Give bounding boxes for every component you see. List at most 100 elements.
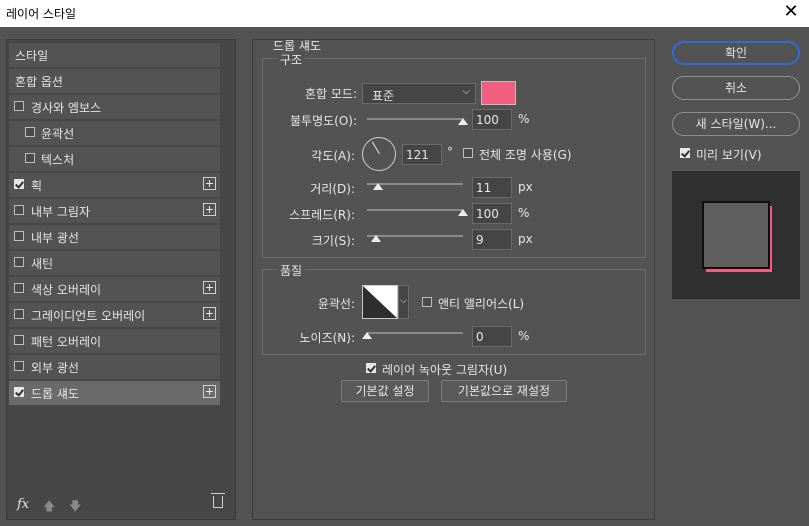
contour-dropdown-chevron-icon[interactable]: ⌵: [398, 285, 409, 319]
style-item[interactable]: 그레이디언트 오버레이: [9, 303, 220, 327]
opacity-slider-thumb[interactable]: [458, 118, 468, 125]
size-label: 크기(S):: [311, 234, 355, 248]
style-item[interactable]: 내부 그림자: [9, 199, 220, 223]
degree-unit: °: [447, 145, 453, 159]
style-item-checkbox[interactable]: [14, 387, 24, 397]
move-up-icon[interactable]: 🡅: [43, 497, 55, 518]
style-item-checkbox[interactable]: [14, 361, 24, 371]
reset-default-button[interactable]: 기본값으로 재설정: [441, 380, 567, 402]
new-style-button[interactable]: 새 스타일(W)...: [672, 112, 800, 136]
add-effect-plus-icon[interactable]: [203, 307, 216, 320]
styles-scrollbar[interactable]: [220, 40, 235, 519]
style-item-checkbox[interactable]: [14, 283, 24, 293]
style-item[interactable]: 새틴: [9, 251, 220, 275]
distance-input[interactable]: 11: [472, 177, 512, 198]
style-item-label: 내부 광선: [31, 231, 79, 245]
style-item[interactable]: 패턴 오버레이: [9, 329, 220, 353]
add-effect-plus-icon[interactable]: [203, 281, 216, 294]
size-value: 9: [476, 233, 484, 247]
size-unit: px: [518, 232, 533, 246]
shadow-color-swatch[interactable]: [481, 81, 516, 105]
styles-toolbar: fx 🡅 🡇: [7, 493, 235, 519]
move-down-icon[interactable]: 🡇: [69, 497, 81, 518]
style-item-checkbox[interactable]: [14, 101, 24, 111]
style-item-label: 패턴 오버레이: [31, 335, 102, 349]
distance-slider-thumb[interactable]: [372, 183, 383, 190]
style-item[interactable]: 스타일: [9, 43, 220, 67]
knockout-label: 레이어 녹아웃 그림자(U): [382, 363, 508, 377]
global-light-box[interactable]: [463, 148, 473, 158]
style-item-checkbox[interactable]: [14, 179, 24, 189]
style-item-label: 경사와 엠보스: [31, 101, 102, 115]
style-item[interactable]: 색상 오버레이: [9, 277, 220, 301]
style-item[interactable]: 내부 광선: [9, 225, 220, 249]
add-effect-plus-icon[interactable]: [203, 203, 216, 216]
noise-unit: %: [518, 329, 530, 343]
spread-unit: %: [518, 206, 530, 220]
styles-panel: 스타일 혼합 옵션경사와 엠보스윤곽선텍스처획 내부 그림자내부 광선새틴색상 오버…: [6, 39, 236, 520]
preview-checkbox[interactable]: 미리 보기(V): [680, 146, 800, 162]
noise-input[interactable]: 0: [472, 326, 512, 347]
noise-slider-thumb[interactable]: [362, 332, 372, 339]
cancel-button[interactable]: 취소: [672, 76, 800, 100]
knockout-checkbox[interactable]: 레이어 녹아웃 그림자(U): [366, 361, 536, 377]
angle-input[interactable]: 121: [402, 144, 442, 165]
style-item[interactable]: 드롭 섀도: [9, 381, 220, 405]
knockout-box[interactable]: [366, 363, 376, 373]
style-item-checkbox[interactable]: [25, 153, 35, 163]
style-item[interactable]: 획: [9, 173, 220, 197]
opacity-slider[interactable]: [367, 118, 463, 120]
antialias-box[interactable]: [422, 297, 432, 307]
spread-input[interactable]: 100: [472, 203, 512, 224]
style-item-label: 텍스처: [41, 153, 75, 167]
style-item-label: 색상 오버레이: [31, 283, 102, 297]
quality-group: 품질 윤곽선: ⌵ 앤티 앨리어스(L) 노이즈(N): 0 %: [262, 262, 646, 355]
style-item-checkbox[interactable]: [14, 205, 24, 215]
angle-label: 각도(A):: [311, 149, 355, 163]
fx-icon[interactable]: fx: [17, 497, 29, 512]
angle-dial-hand: [371, 141, 380, 154]
add-effect-plus-icon[interactable]: [203, 385, 216, 398]
style-item[interactable]: 텍스처: [9, 147, 220, 171]
style-item-checkbox[interactable]: [14, 309, 24, 319]
contour-preview[interactable]: [362, 285, 398, 319]
distance-unit: px: [518, 180, 533, 194]
size-slider[interactable]: [367, 235, 463, 237]
title-bar: 레이어 스타일 ✕: [0, 0, 809, 27]
add-effect-plus-icon[interactable]: [203, 177, 216, 190]
distance-value: 11: [476, 181, 492, 195]
size-input[interactable]: 9: [472, 229, 512, 250]
opacity-unit: %: [518, 112, 530, 126]
style-item-checkbox[interactable]: [14, 335, 24, 345]
ok-button[interactable]: 확인: [672, 41, 800, 65]
style-item-checkbox[interactable]: [14, 257, 24, 267]
noise-slider[interactable]: [367, 332, 463, 334]
angle-dial[interactable]: [362, 137, 396, 171]
structure-legend: 구조: [277, 51, 306, 68]
style-item-label: 외부 광선: [31, 361, 79, 375]
style-item-checkbox[interactable]: [25, 127, 35, 137]
size-slider-thumb[interactable]: [370, 235, 381, 242]
close-icon[interactable]: ✕: [781, 1, 801, 22]
style-item[interactable]: 윤곽선: [9, 121, 220, 145]
blend-mode-dropdown[interactable]: 표준 ⌵: [362, 83, 476, 104]
blend-mode-value: 표준: [372, 89, 395, 103]
style-item-label: 윤곽선: [41, 127, 75, 141]
window-title: 레이어 스타일: [6, 7, 77, 21]
global-light-label: 전체 조명 사용(G): [479, 148, 572, 162]
style-item-label: 그레이디언트 오버레이: [31, 309, 146, 323]
style-item[interactable]: 외부 광선: [9, 355, 220, 379]
global-light-checkbox[interactable]: 전체 조명 사용(G): [463, 146, 603, 162]
antialias-checkbox[interactable]: 앤티 앨리어스(L): [422, 295, 552, 311]
opacity-input[interactable]: 100: [472, 109, 512, 130]
style-item[interactable]: 경사와 엠보스: [9, 95, 220, 119]
spread-slider[interactable]: [367, 209, 463, 211]
preview-box[interactable]: [680, 148, 690, 158]
spread-slider-thumb[interactable]: [458, 209, 468, 216]
angle-value: 121: [406, 148, 429, 162]
trash-icon[interactable]: [211, 493, 225, 508]
style-item-checkbox[interactable]: [14, 231, 24, 241]
blend-mode-label: 혼합 모드:: [304, 87, 357, 101]
style-item[interactable]: 혼합 옵션: [9, 69, 220, 93]
make-default-button[interactable]: 기본값 설정: [341, 380, 429, 402]
